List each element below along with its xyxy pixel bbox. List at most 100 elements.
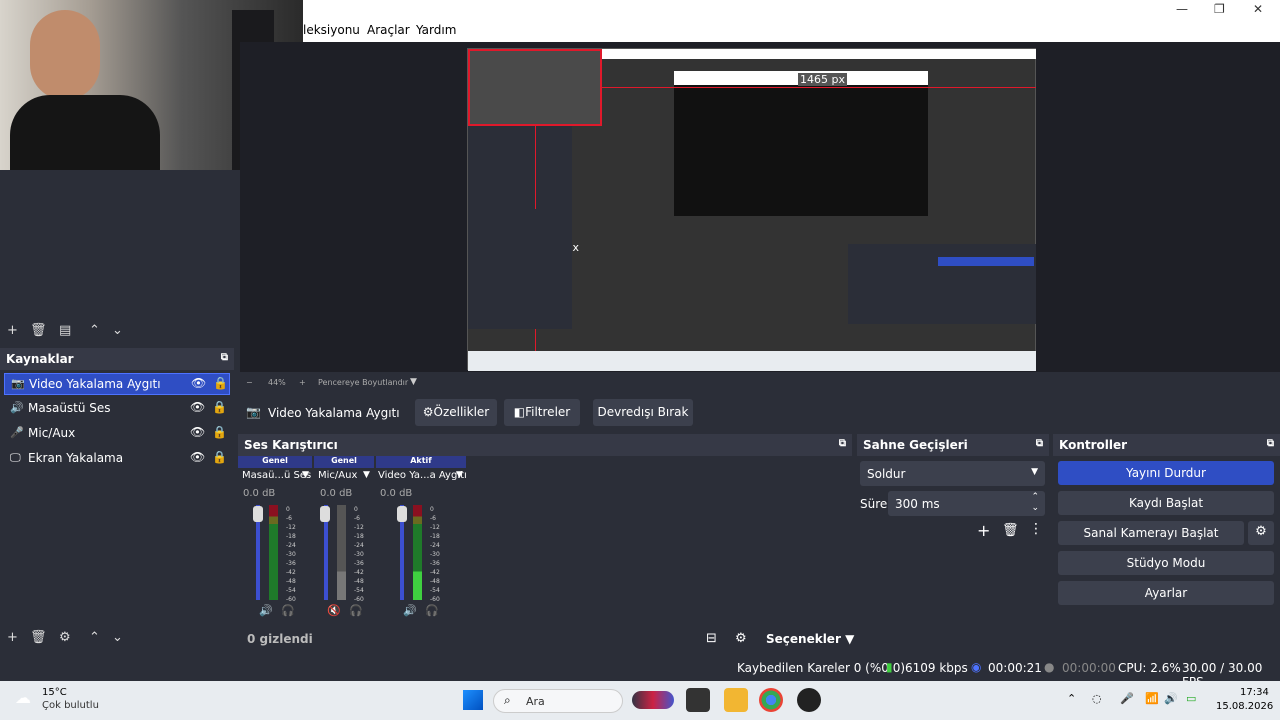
clock-date[interactable]: 15.08.2026 <box>1216 701 1273 712</box>
file-explorer-icon[interactable] <box>724 688 748 712</box>
channel-dropdown-icon[interactable]: ▼ <box>456 470 463 480</box>
menu-item-collections[interactable]: leksiyonu <box>303 23 360 37</box>
lock-icon[interactable]: 🔒 <box>213 376 228 390</box>
fit-mode[interactable]: Pencereye Boyutlandır <box>318 378 408 387</box>
vcam-settings-gear-icon[interactable]: ⚙ <box>1248 521 1274 545</box>
filters-button[interactable]: ◧Filtreler <box>504 399 580 426</box>
maximize-button[interactable]: ❐ <box>1214 2 1225 16</box>
obs-icon[interactable] <box>797 688 821 712</box>
channel-header: Aktif <box>376 456 466 468</box>
advanced-audio-icon[interactable]: ⚙ <box>735 631 747 646</box>
taskbar-search[interactable]: ⌕ Ara <box>493 689 623 713</box>
add-source-icon[interactable]: + <box>7 630 18 645</box>
tray-app-icon[interactable]: ◌ <box>1092 692 1102 705</box>
channel-header: Genel <box>238 456 312 468</box>
lock-icon[interactable]: 🔒 <box>212 425 227 439</box>
headphone-icon[interactable]: 🎧 <box>281 604 295 617</box>
tray-chevron-icon[interactable]: ⌃ <box>1067 692 1076 705</box>
add-transition-icon[interactable]: + <box>977 521 990 540</box>
channel-dropdown-icon[interactable]: ▼ <box>363 470 370 480</box>
visibility-eye-icon[interactable]: 👁 <box>190 400 205 414</box>
channel-name[interactable]: Video Ya...a Aygıtı <box>378 470 467 481</box>
status-bar: Kaybedilen Kareler 0 (%0.0) ▮ 6109 kbps … <box>0 655 1280 689</box>
undock-icon[interactable]: ⧉ <box>839 438 846 449</box>
channel-name[interactable]: Masaü...ü Ses <box>242 470 311 481</box>
scene-up-icon[interactable]: ⌃ <box>89 323 100 338</box>
source-item-desktop-audio[interactable]: 🔊 Masaüstü Ses 👁 🔒 <box>4 398 230 420</box>
fader-knob[interactable] <box>397 506 407 522</box>
controls-title: Kontroller <box>1059 438 1128 452</box>
weather-temp[interactable]: 15°C <box>42 687 67 698</box>
transition-menu-icon[interactable]: ⋮ <box>1029 521 1043 537</box>
battery-icon[interactable]: ▭ <box>1186 692 1196 705</box>
preview-canvas[interactable]: 1465 px 824 px <box>467 48 1036 371</box>
layout-icon[interactable]: ⊟ <box>706 631 717 646</box>
remove-scene-icon[interactable]: 🗑 <box>30 323 47 338</box>
channel-name[interactable]: Mic/Aux <box>318 470 357 481</box>
channel-db: 0.0 dB <box>320 488 353 499</box>
lock-icon[interactable]: 🔒 <box>212 450 227 464</box>
minimize-button[interactable]: — <box>1176 2 1188 16</box>
clock-time[interactable]: 17:34 <box>1240 687 1269 698</box>
sources-title: Kaynaklar <box>6 352 74 366</box>
scene-filters-icon[interactable]: ▤ <box>59 323 71 338</box>
selected-source-box[interactable] <box>468 49 602 126</box>
visibility-eye-icon[interactable]: 👁 <box>191 376 206 390</box>
remove-transition-icon[interactable]: 🗑 <box>1002 523 1019 538</box>
source-properties-icon[interactable]: ⚙ <box>59 630 71 645</box>
options-label: Seçenekler <box>766 632 841 646</box>
mixer-panel <box>238 456 852 626</box>
windows-start-icon[interactable] <box>463 690 483 710</box>
scene-down-icon[interactable]: ⌄ <box>112 323 123 338</box>
search-highlight-icon[interactable] <box>632 691 674 709</box>
source-item-mic[interactable]: 🎤 Mic/Aux 👁 🔒 <box>4 423 230 445</box>
remove-source-icon[interactable]: 🗑 <box>30 630 47 645</box>
mixer-options-button[interactable]: Seçenekler ▼ <box>766 632 854 646</box>
mic-tray-icon[interactable]: 🎤 <box>1120 692 1134 705</box>
start-virtual-camera-button[interactable]: Sanal Kamerayı Başlat <box>1058 521 1244 545</box>
speaker-icon[interactable]: 🔊 <box>403 604 417 617</box>
fader-knob[interactable] <box>253 506 263 522</box>
undock-icon[interactable]: ⧉ <box>1036 438 1043 449</box>
undock-icon[interactable]: ⧉ <box>1267 438 1274 449</box>
muted-speaker-icon[interactable]: 🔇 <box>327 604 341 617</box>
source-down-icon[interactable]: ⌄ <box>112 630 123 645</box>
duration-input[interactable]: 300 ms ⌃ ⌄ <box>888 491 1045 516</box>
spinner-icon[interactable]: ⌃ ⌄ <box>1031 492 1039 514</box>
wifi-icon[interactable]: 📶 <box>1145 692 1159 705</box>
properties-button[interactable]: ⚙Özellikler <box>415 399 497 426</box>
gear-icon: ⚙ <box>422 405 434 419</box>
visibility-eye-icon[interactable]: 👁 <box>190 425 205 439</box>
close-button[interactable]: ✕ <box>1253 2 1263 16</box>
settings-button[interactable]: Ayarlar <box>1058 581 1274 605</box>
fit-mode-dropdown-icon[interactable]: ▼ <box>410 377 417 387</box>
source-item-video-capture[interactable]: 📷 Video Yakalama Aygıtı 👁 🔒 <box>4 373 230 395</box>
channel-dropdown-icon[interactable]: ▼ <box>302 470 309 480</box>
studio-mode-button[interactable]: Stüdyo Modu <box>1058 551 1274 575</box>
zoom-out-icon[interactable]: − <box>246 378 253 387</box>
task-view-icon[interactable] <box>686 688 710 712</box>
cpu-usage: CPU: 2.6% <box>1118 661 1181 675</box>
start-record-button[interactable]: Kaydı Başlat <box>1058 491 1274 515</box>
fader-knob[interactable] <box>320 506 330 522</box>
lock-icon[interactable]: 🔒 <box>212 400 227 414</box>
headphone-icon[interactable]: 🎧 <box>349 604 363 617</box>
menu-item-help[interactable]: Yardım <box>416 23 456 37</box>
stop-stream-button[interactable]: Yayını Durdur <box>1058 461 1274 485</box>
visibility-eye-icon[interactable]: 👁 <box>190 450 205 464</box>
nested-screen <box>674 71 928 216</box>
volume-icon[interactable]: 🔊 <box>1164 692 1178 705</box>
menu-item-tools[interactable]: Araçlar <box>367 23 410 37</box>
transition-select[interactable]: Soldur ▼ <box>860 461 1045 486</box>
controls-header: Kontroller ⧉ <box>1053 434 1280 456</box>
headphone-icon[interactable]: 🎧 <box>425 604 439 617</box>
deactivate-button[interactable]: Devredışı Bırak <box>593 399 693 426</box>
source-up-icon[interactable]: ⌃ <box>89 630 100 645</box>
weather-desc[interactable]: Çok bulutlu <box>42 700 99 711</box>
source-item-screen-capture[interactable]: 🖵 Ekran Yakalama 👁 🔒 <box>4 448 230 470</box>
zoom-in-icon[interactable]: + <box>299 378 306 387</box>
add-scene-icon[interactable]: + <box>7 323 18 338</box>
chrome-icon[interactable] <box>759 688 783 712</box>
speaker-icon[interactable]: 🔊 <box>259 604 273 617</box>
undock-icon[interactable]: ⧉ <box>221 352 228 363</box>
